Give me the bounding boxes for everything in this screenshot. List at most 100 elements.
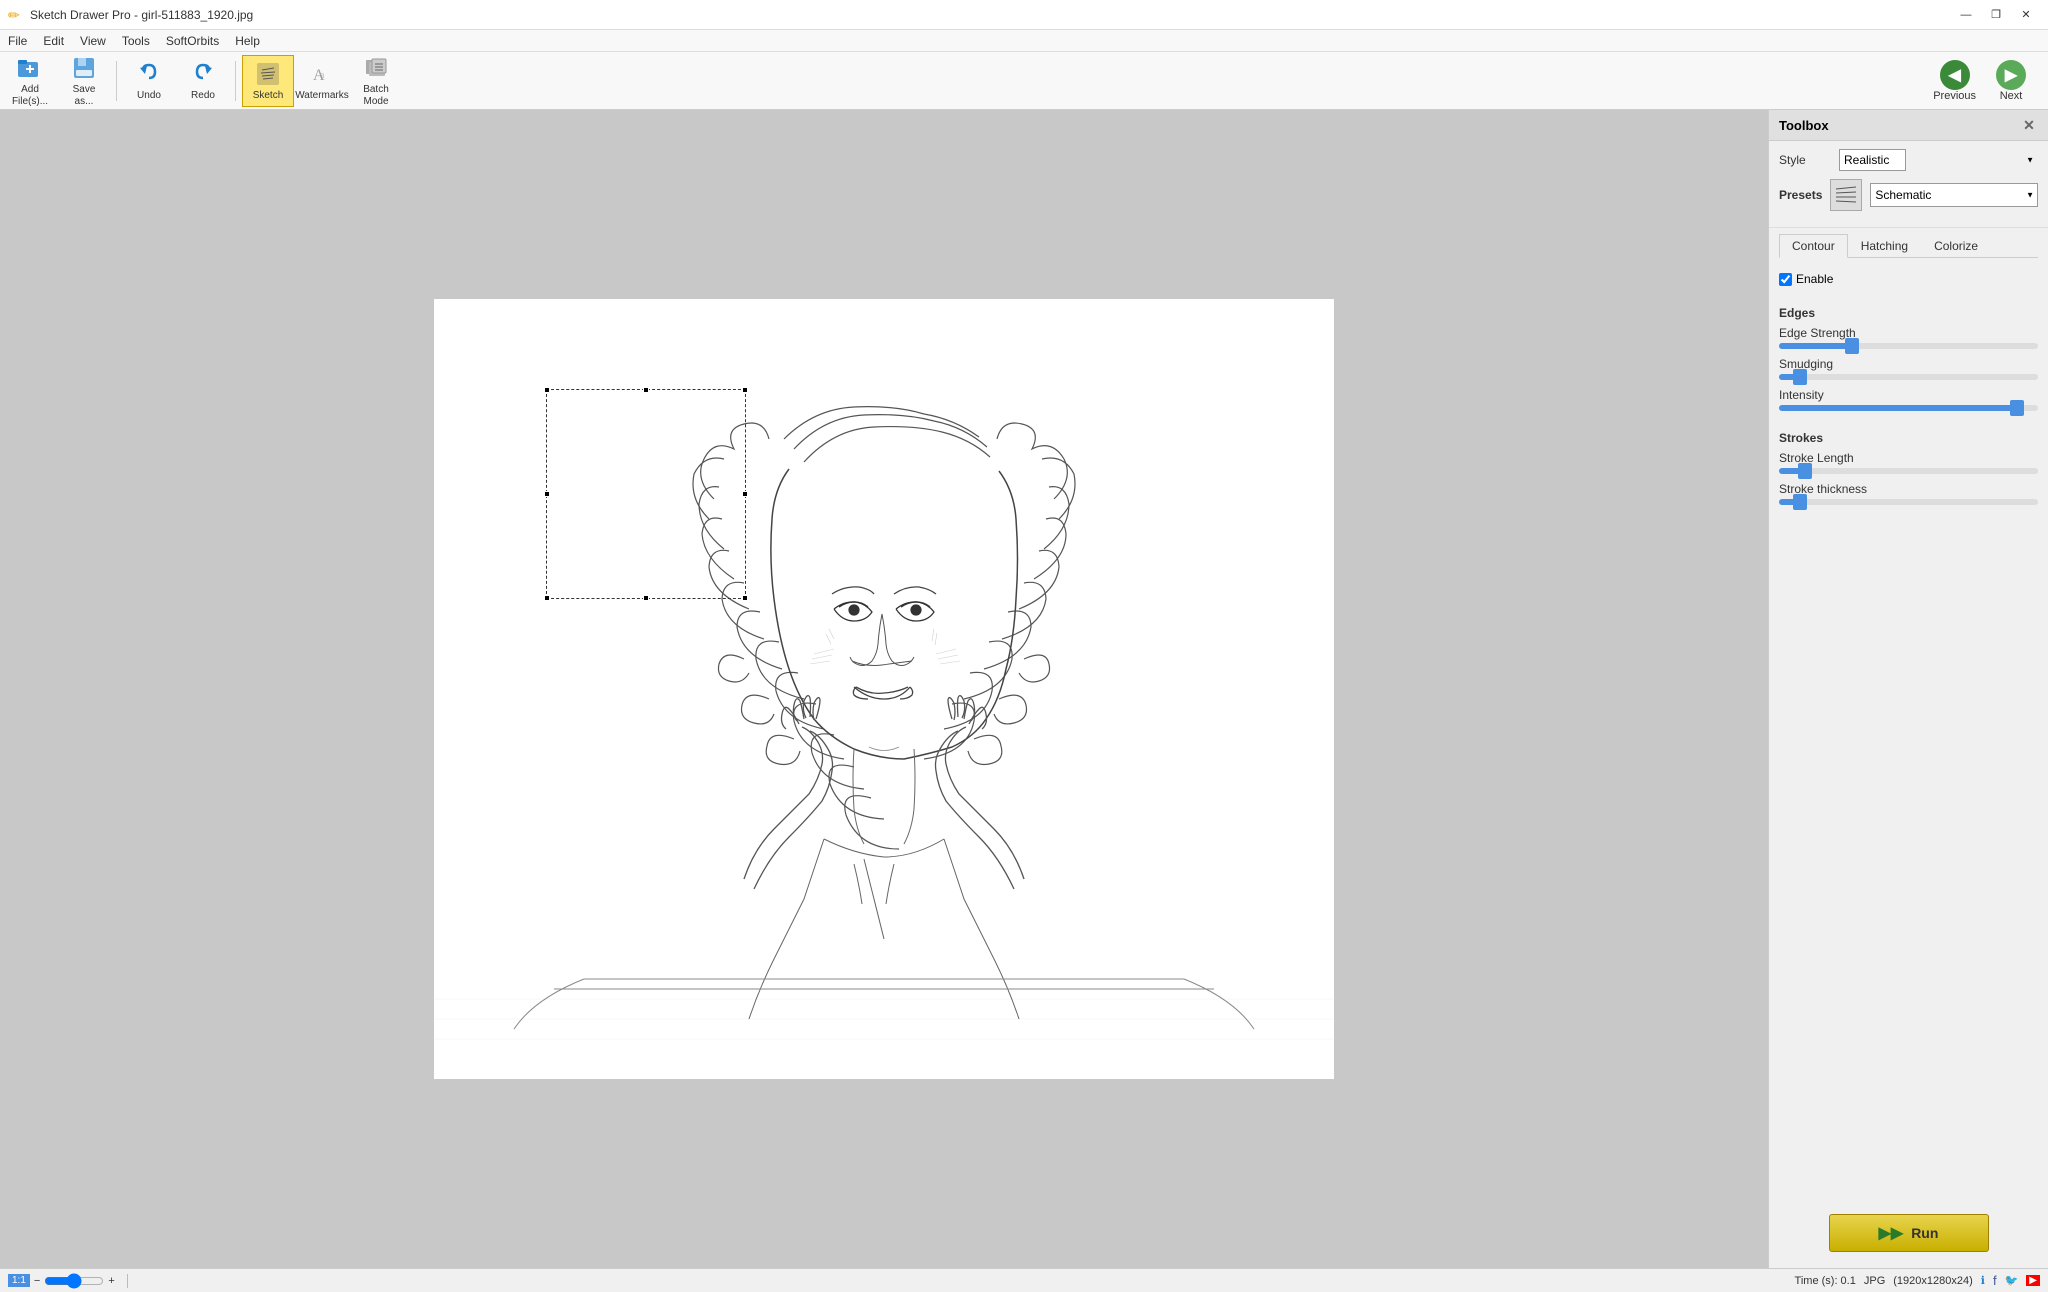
batch-mode-button[interactable]: BatchMode	[350, 55, 402, 107]
stroke-thickness-slider[interactable]	[1779, 499, 2038, 505]
smudging-slider[interactable]	[1779, 374, 2038, 380]
batch-icon	[362, 54, 390, 82]
style-select[interactable]: Realistic Schematic Comic Pastel	[1839, 149, 1906, 171]
intensity-label: Intensity	[1779, 388, 2038, 402]
edge-strength-slider[interactable]	[1779, 343, 2038, 349]
dimensions-label: (1920x1280x24)	[1893, 1275, 1973, 1287]
edges-section: Edges Edge Strength Smudging Intensit	[1769, 302, 2048, 427]
watermarks-label: Watermarks	[295, 90, 349, 101]
previous-button[interactable]: ◀ Previous	[1925, 56, 1984, 106]
enable-row: Enable	[1779, 272, 2038, 286]
preset-select-wrapper: Schematic Default Dark Light Fine	[1870, 183, 2038, 207]
status-right: Time (s): 0.1 JPG (1920x1280x24) ℹ f 🐦 ▶	[1795, 1273, 2040, 1288]
run-label: Run	[1911, 1225, 1938, 1241]
toolbar-navigation: ◀ Previous ▶ Next	[1925, 56, 2044, 106]
format-label: JPG	[1864, 1275, 1885, 1287]
style-label: Style	[1779, 153, 1839, 167]
menu-item-softorbits[interactable]: SoftOrbits	[158, 30, 227, 51]
next-button[interactable]: ▶ Next	[1988, 56, 2034, 106]
style-select-wrapper: Realistic Schematic Comic Pastel	[1839, 149, 2038, 171]
close-button[interactable]: ✕	[2012, 4, 2040, 26]
menu-item-tools[interactable]: Tools	[114, 30, 158, 51]
run-button[interactable]: ▶▶ Run	[1829, 1214, 1989, 1252]
edges-label: Edges	[1779, 306, 2038, 320]
display-mode-icon: 1:1	[8, 1274, 30, 1287]
stroke-length-row: Stroke Length	[1779, 451, 2038, 474]
preset-select[interactable]: Schematic Default Dark Light Fine	[1870, 183, 2038, 207]
style-row: Style Realistic Schematic Comic Pastel	[1779, 149, 2038, 171]
status-separator	[127, 1274, 128, 1288]
strokes-section: Strokes Stroke Length Stroke thickness	[1769, 427, 2048, 521]
watermarks-icon: A a	[308, 60, 336, 88]
toolbox-spacer	[1769, 521, 2048, 1198]
undo-label: Undo	[137, 90, 161, 101]
toolbox-panel: Toolbox ✕ Style Realistic Schematic Comi…	[1768, 110, 2048, 1268]
toolbar-separator-2	[235, 61, 236, 101]
save-as-button[interactable]: Saveas...	[58, 55, 110, 107]
presets-label: Presets	[1779, 188, 1822, 202]
sketch-button[interactable]: Sketch	[242, 55, 294, 107]
strokes-label: Strokes	[1779, 431, 2038, 445]
menu-item-help[interactable]: Help	[227, 30, 268, 51]
menu-item-view[interactable]: View	[72, 30, 114, 51]
folder-add-icon	[16, 54, 44, 82]
enable-label: Enable	[1796, 272, 1833, 286]
edge-strength-row: Edge Strength	[1779, 326, 2038, 349]
titlebar: ✏ Sketch Drawer Pro - girl-511883_1920.j…	[0, 0, 2048, 30]
time-label: Time (s): 0.1	[1795, 1275, 1856, 1287]
add-files-button[interactable]: AddFile(s)...	[4, 55, 56, 107]
smudging-label: Smudging	[1779, 357, 2038, 371]
smudging-row: Smudging	[1779, 357, 2038, 380]
intensity-slider[interactable]	[1779, 405, 2038, 411]
social-twitter-icon[interactable]: 🐦	[2005, 1274, 2019, 1287]
menu-item-file[interactable]: File	[0, 30, 35, 51]
zoom-minus-btn[interactable]: −	[32, 1275, 42, 1287]
redo-label: Redo	[191, 90, 215, 101]
enable-section: Enable	[1769, 266, 2048, 302]
intensity-row: Intensity	[1779, 388, 2038, 411]
run-icon: ▶▶	[1879, 1223, 1904, 1243]
redo-icon	[189, 60, 217, 88]
zoom-slider[interactable]	[44, 1275, 104, 1287]
watermarks-button[interactable]: A a Watermarks	[296, 55, 348, 107]
zoom-plus-btn[interactable]: +	[106, 1275, 116, 1287]
style-section: Style Realistic Schematic Comic Pastel P…	[1769, 141, 2048, 228]
menubar: FileEditViewToolsSoftOrbitsHelp	[0, 30, 2048, 52]
canvas-area[interactable]	[0, 110, 1768, 1268]
preset-preview-icon	[1830, 179, 1862, 211]
enable-checkbox[interactable]	[1779, 273, 1792, 286]
main-layout: Toolbox ✕ Style Realistic Schematic Comi…	[0, 110, 2048, 1268]
undo-button[interactable]: Undo	[123, 55, 175, 107]
tabs-container: Contour Hatching Colorize	[1769, 228, 2048, 266]
info-icon[interactable]: ℹ	[1981, 1274, 1985, 1287]
toolbar-separator-1	[116, 61, 117, 101]
save-as-label: Saveas...	[73, 84, 96, 108]
youtube-icon[interactable]: ▶	[2026, 1275, 2040, 1286]
social-facebook-icon[interactable]: f	[1993, 1273, 1997, 1288]
presets-row: Presets Schematic Default Dark Light	[1779, 179, 2038, 211]
sketch-label: Sketch	[253, 90, 284, 101]
maximize-button[interactable]: ❐	[1982, 4, 2010, 26]
stroke-thickness-label: Stroke thickness	[1779, 482, 2038, 496]
stroke-length-slider[interactable]	[1779, 468, 2038, 474]
edge-strength-label: Edge Strength	[1779, 326, 2038, 340]
next-arrow-icon: ▶	[1996, 60, 2026, 90]
sketch-canvas	[434, 299, 1334, 1079]
app-icon: ✏	[8, 7, 24, 23]
zoom-control: 1:1 − +	[8, 1274, 117, 1287]
menu-item-edit[interactable]: Edit	[35, 30, 72, 51]
sketch-icon	[254, 60, 282, 88]
tab-colorize[interactable]: Colorize	[1921, 234, 1991, 257]
batch-mode-label: BatchMode	[363, 84, 389, 108]
statusbar: 1:1 − + Time (s): 0.1 JPG (1920x1280x24)…	[0, 1268, 2048, 1292]
tab-hatching[interactable]: Hatching	[1848, 234, 1921, 257]
add-files-label: AddFile(s)...	[12, 84, 48, 108]
stroke-length-label: Stroke Length	[1779, 451, 2038, 465]
tab-contour[interactable]: Contour	[1779, 234, 1848, 258]
stroke-thickness-row: Stroke thickness	[1779, 482, 2038, 505]
redo-button[interactable]: Redo	[177, 55, 229, 107]
undo-icon	[135, 60, 163, 88]
tabs-row: Contour Hatching Colorize	[1779, 234, 2038, 258]
toolbox-close-button[interactable]: ✕	[2020, 116, 2038, 134]
minimize-button[interactable]: —	[1952, 4, 1980, 26]
